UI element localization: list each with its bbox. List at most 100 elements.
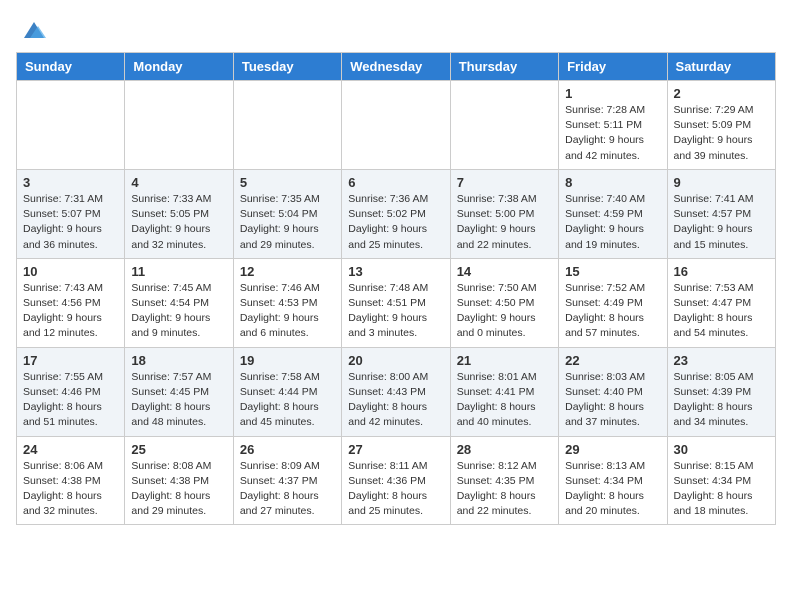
- day-number: 1: [565, 86, 660, 101]
- calendar-cell: 18 Sunrise: 7:57 AM Sunset: 4:45 PM Dayli…: [125, 347, 233, 436]
- calendar-cell: 20 Sunrise: 8:00 AM Sunset: 4:43 PM Dayli…: [342, 347, 450, 436]
- day-number: 20: [348, 353, 443, 368]
- day-info: Sunrise: 8:00 AM Sunset: 4:43 PM Dayligh…: [348, 370, 443, 431]
- day-info: Sunrise: 7:41 AM Sunset: 4:57 PM Dayligh…: [674, 192, 769, 253]
- day-info: Sunrise: 7:43 AM Sunset: 4:56 PM Dayligh…: [23, 281, 118, 342]
- day-number: 16: [674, 264, 769, 279]
- day-info: Sunrise: 7:45 AM Sunset: 4:54 PM Dayligh…: [131, 281, 226, 342]
- calendar-cell: 24Sunrise: 8:06 AM Sunset: 4:38 PM Dayli…: [17, 436, 125, 525]
- day-number: 17: [23, 353, 118, 368]
- page-header: [16, 16, 776, 44]
- day-number: 23: [674, 353, 769, 368]
- calendar-cell: [450, 81, 558, 170]
- calendar-cell: 12 Sunrise: 7:46 AM Sunset: 4:53 PM Dayli…: [233, 258, 341, 347]
- calendar-cell: 17Sunrise: 7:55 AM Sunset: 4:46 PM Dayli…: [17, 347, 125, 436]
- day-info: Sunrise: 8:13 AM Sunset: 4:34 PM Dayligh…: [565, 459, 660, 520]
- calendar-cell: 27 Sunrise: 8:11 AM Sunset: 4:36 PM Dayli…: [342, 436, 450, 525]
- calendar-cell: 4 Sunrise: 7:33 AM Sunset: 5:05 PM Daylig…: [125, 169, 233, 258]
- day-info: Sunrise: 7:38 AM Sunset: 5:00 PM Dayligh…: [457, 192, 552, 253]
- day-info: Sunrise: 7:33 AM Sunset: 5:05 PM Dayligh…: [131, 192, 226, 253]
- day-number: 30: [674, 442, 769, 457]
- week-row-4: 17Sunrise: 7:55 AM Sunset: 4:46 PM Dayli…: [17, 347, 776, 436]
- column-header-thursday: Thursday: [450, 53, 558, 81]
- day-number: 10: [23, 264, 118, 279]
- column-header-monday: Monday: [125, 53, 233, 81]
- day-number: 4: [131, 175, 226, 190]
- day-number: 5: [240, 175, 335, 190]
- day-number: 18: [131, 353, 226, 368]
- week-row-2: 3 Sunrise: 7:31 AM Sunset: 5:07 PM Daylig…: [17, 169, 776, 258]
- day-info: Sunrise: 7:31 AM Sunset: 5:07 PM Dayligh…: [23, 192, 118, 253]
- calendar-cell: 19Sunrise: 7:58 AM Sunset: 4:44 PM Dayli…: [233, 347, 341, 436]
- calendar-cell: 21 Sunrise: 8:01 AM Sunset: 4:41 PM Dayli…: [450, 347, 558, 436]
- day-info: Sunrise: 8:11 AM Sunset: 4:36 PM Dayligh…: [348, 459, 443, 520]
- calendar-table: SundayMondayTuesdayWednesdayThursdayFrid…: [16, 52, 776, 525]
- calendar-cell: 10 Sunrise: 7:43 AM Sunset: 4:56 PM Dayli…: [17, 258, 125, 347]
- day-number: 25: [131, 442, 226, 457]
- day-number: 21: [457, 353, 552, 368]
- day-info: Sunrise: 8:06 AM Sunset: 4:38 PM Dayligh…: [23, 459, 118, 520]
- day-info: Sunrise: 8:05 AM Sunset: 4:39 PM Dayligh…: [674, 370, 769, 431]
- calendar-cell: 14Sunrise: 7:50 AM Sunset: 4:50 PM Dayli…: [450, 258, 558, 347]
- calendar-cell: 11 Sunrise: 7:45 AM Sunset: 4:54 PM Dayli…: [125, 258, 233, 347]
- column-header-saturday: Saturday: [667, 53, 775, 81]
- calendar-header-row: SundayMondayTuesdayWednesdayThursdayFrid…: [17, 53, 776, 81]
- day-number: 27: [348, 442, 443, 457]
- day-number: 3: [23, 175, 118, 190]
- day-number: 2: [674, 86, 769, 101]
- calendar-cell: 26 Sunrise: 8:09 AM Sunset: 4:37 PM Dayli…: [233, 436, 341, 525]
- calendar-cell: 5Sunrise: 7:35 AM Sunset: 5:04 PM Daylig…: [233, 169, 341, 258]
- calendar-cell: [125, 81, 233, 170]
- calendar-cell: 29 Sunrise: 8:13 AM Sunset: 4:34 PM Dayli…: [559, 436, 667, 525]
- day-info: Sunrise: 7:46 AM Sunset: 4:53 PM Dayligh…: [240, 281, 335, 342]
- day-info: Sunrise: 7:53 AM Sunset: 4:47 PM Dayligh…: [674, 281, 769, 342]
- calendar-cell: 3 Sunrise: 7:31 AM Sunset: 5:07 PM Daylig…: [17, 169, 125, 258]
- day-info: Sunrise: 8:09 AM Sunset: 4:37 PM Dayligh…: [240, 459, 335, 520]
- calendar-cell: 7 Sunrise: 7:38 AM Sunset: 5:00 PM Daylig…: [450, 169, 558, 258]
- column-header-wednesday: Wednesday: [342, 53, 450, 81]
- day-number: 22: [565, 353, 660, 368]
- week-row-5: 24Sunrise: 8:06 AM Sunset: 4:38 PM Dayli…: [17, 436, 776, 525]
- week-row-3: 10 Sunrise: 7:43 AM Sunset: 4:56 PM Dayli…: [17, 258, 776, 347]
- calendar-cell: 22 Sunrise: 8:03 AM Sunset: 4:40 PM Dayli…: [559, 347, 667, 436]
- day-info: Sunrise: 7:36 AM Sunset: 5:02 PM Dayligh…: [348, 192, 443, 253]
- day-number: 26: [240, 442, 335, 457]
- day-number: 29: [565, 442, 660, 457]
- logo-icon: [20, 16, 48, 44]
- day-info: Sunrise: 8:15 AM Sunset: 4:34 PM Dayligh…: [674, 459, 769, 520]
- day-info: Sunrise: 7:58 AM Sunset: 4:44 PM Dayligh…: [240, 370, 335, 431]
- calendar-cell: [342, 81, 450, 170]
- day-info: Sunrise: 8:01 AM Sunset: 4:41 PM Dayligh…: [457, 370, 552, 431]
- day-number: 6: [348, 175, 443, 190]
- day-info: Sunrise: 7:48 AM Sunset: 4:51 PM Dayligh…: [348, 281, 443, 342]
- calendar-cell: 1 Sunrise: 7:28 AM Sunset: 5:11 PM Daylig…: [559, 81, 667, 170]
- day-number: 8: [565, 175, 660, 190]
- calendar-cell: 2 Sunrise: 7:29 AM Sunset: 5:09 PM Daylig…: [667, 81, 775, 170]
- day-number: 12: [240, 264, 335, 279]
- day-number: 28: [457, 442, 552, 457]
- day-info: Sunrise: 8:03 AM Sunset: 4:40 PM Dayligh…: [565, 370, 660, 431]
- calendar-cell: 6 Sunrise: 7:36 AM Sunset: 5:02 PM Daylig…: [342, 169, 450, 258]
- column-header-friday: Friday: [559, 53, 667, 81]
- logo: [16, 16, 48, 44]
- day-info: Sunrise: 8:12 AM Sunset: 4:35 PM Dayligh…: [457, 459, 552, 520]
- calendar-cell: [17, 81, 125, 170]
- column-header-tuesday: Tuesday: [233, 53, 341, 81]
- day-info: Sunrise: 8:08 AM Sunset: 4:38 PM Dayligh…: [131, 459, 226, 520]
- day-number: 7: [457, 175, 552, 190]
- day-info: Sunrise: 7:29 AM Sunset: 5:09 PM Dayligh…: [674, 103, 769, 164]
- calendar-cell: 8Sunrise: 7:40 AM Sunset: 4:59 PM Daylig…: [559, 169, 667, 258]
- day-number: 13: [348, 264, 443, 279]
- day-number: 15: [565, 264, 660, 279]
- calendar-cell: 13 Sunrise: 7:48 AM Sunset: 4:51 PM Dayli…: [342, 258, 450, 347]
- calendar-cell: 9 Sunrise: 7:41 AM Sunset: 4:57 PM Daylig…: [667, 169, 775, 258]
- day-number: 11: [131, 264, 226, 279]
- day-info: Sunrise: 7:50 AM Sunset: 4:50 PM Dayligh…: [457, 281, 552, 342]
- week-row-1: 1 Sunrise: 7:28 AM Sunset: 5:11 PM Daylig…: [17, 81, 776, 170]
- calendar-cell: 15 Sunrise: 7:52 AM Sunset: 4:49 PM Dayli…: [559, 258, 667, 347]
- day-number: 9: [674, 175, 769, 190]
- calendar-cell: 23 Sunrise: 8:05 AM Sunset: 4:39 PM Dayli…: [667, 347, 775, 436]
- day-info: Sunrise: 7:28 AM Sunset: 5:11 PM Dayligh…: [565, 103, 660, 164]
- day-info: Sunrise: 7:57 AM Sunset: 4:45 PM Dayligh…: [131, 370, 226, 431]
- day-info: Sunrise: 7:52 AM Sunset: 4:49 PM Dayligh…: [565, 281, 660, 342]
